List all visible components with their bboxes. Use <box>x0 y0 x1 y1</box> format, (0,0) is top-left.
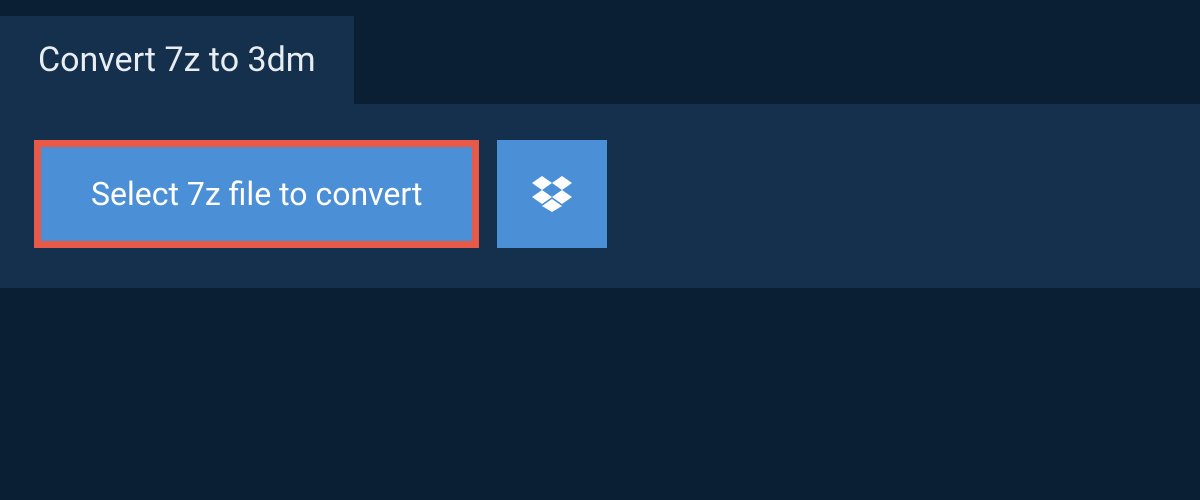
page-title: Convert 7z to 3dm <box>38 40 316 80</box>
dropbox-button[interactable] <box>497 140 607 248</box>
select-file-label: Select 7z file to convert <box>91 175 422 213</box>
button-row: Select 7z file to convert <box>34 140 1166 248</box>
dropbox-icon <box>532 176 572 212</box>
page-title-tab: Convert 7z to 3dm <box>0 16 354 104</box>
select-file-button[interactable]: Select 7z file to convert <box>34 140 479 248</box>
converter-panel: Select 7z file to convert <box>0 104 1200 288</box>
